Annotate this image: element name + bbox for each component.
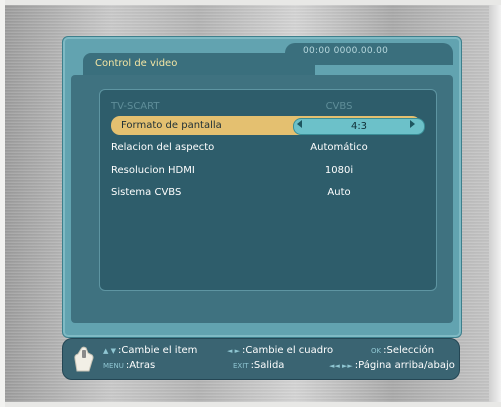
menu-row-cvbs-system[interactable]: Sistema CVBS Auto — [111, 183, 421, 203]
screen-format-selector[interactable]: 4:3 — [293, 118, 425, 135]
menu-row-tv-scart: TV-SCART CVBS — [111, 97, 421, 117]
page-arrows-icon: ◄◄ ►► — [329, 362, 353, 370]
menu-row-value: 1080i — [324, 165, 354, 176]
menu-row-hdmi-resolution[interactable]: Resolucion HDMI 1080i — [111, 161, 421, 181]
window-header: Control de video 00:00 0000.00.00 — [63, 37, 461, 77]
arrow-right-icon[interactable] — [410, 120, 415, 128]
menu-row-label: Relacion del aspecto — [111, 142, 215, 153]
selector-value: 4:3 — [350, 121, 368, 132]
menu-row-label: Sistema CVBS — [111, 187, 182, 198]
help-change-item: ▲ ▼:Cambie el item — [103, 345, 198, 356]
exit-key-icon: EXIT — [233, 362, 249, 370]
screen-border-right — [489, 5, 501, 402]
menu-row-aspect-ratio[interactable]: Relacion del aspecto Automático — [111, 138, 421, 158]
help-page: ◄◄ ►►:Página arriba/abajo — [329, 360, 455, 371]
video-control-window: Control de video 00:00 0000.00.00 TV-SCA… — [62, 36, 462, 338]
remote-hand-icon — [74, 346, 94, 372]
menu-row-screen-format[interactable]: Formato de pantalla 4:3 — [111, 116, 425, 135]
menu-row-label: TV-SCART — [111, 101, 160, 112]
help-change-frame: ◄ ►:Cambie el cuadro — [227, 345, 334, 356]
menu-key-icon: MENU — [103, 362, 124, 370]
arrow-left-icon[interactable] — [297, 120, 302, 128]
help-bar: ▲ ▼:Cambie el item ◄ ►:Cambie el cuadro … — [62, 338, 460, 380]
help-menu-back: MENU:Atras — [103, 360, 156, 371]
menu-row-label: Resolucion HDMI — [111, 165, 195, 176]
help-exit: EXIT:Salida — [233, 360, 285, 371]
up-down-icon: ▲ ▼ — [103, 347, 116, 355]
menu-row-value: Automático — [310, 142, 368, 153]
menu-row-label: Formato de pantalla — [121, 120, 222, 131]
window-title: Control de video — [95, 58, 178, 69]
window-body: TV-SCART CVBS Formato de pantalla 4:3 Re… — [71, 75, 453, 323]
clock-readout: 00:00 0000.00.00 — [303, 46, 389, 56]
ok-key-icon: OK — [371, 347, 382, 355]
menu-row-value: Auto — [327, 187, 351, 198]
left-right-icon: ◄ ► — [227, 347, 240, 355]
menu-row-value: CVBS — [325, 101, 353, 112]
help-selection: OK:Selección — [371, 345, 435, 356]
